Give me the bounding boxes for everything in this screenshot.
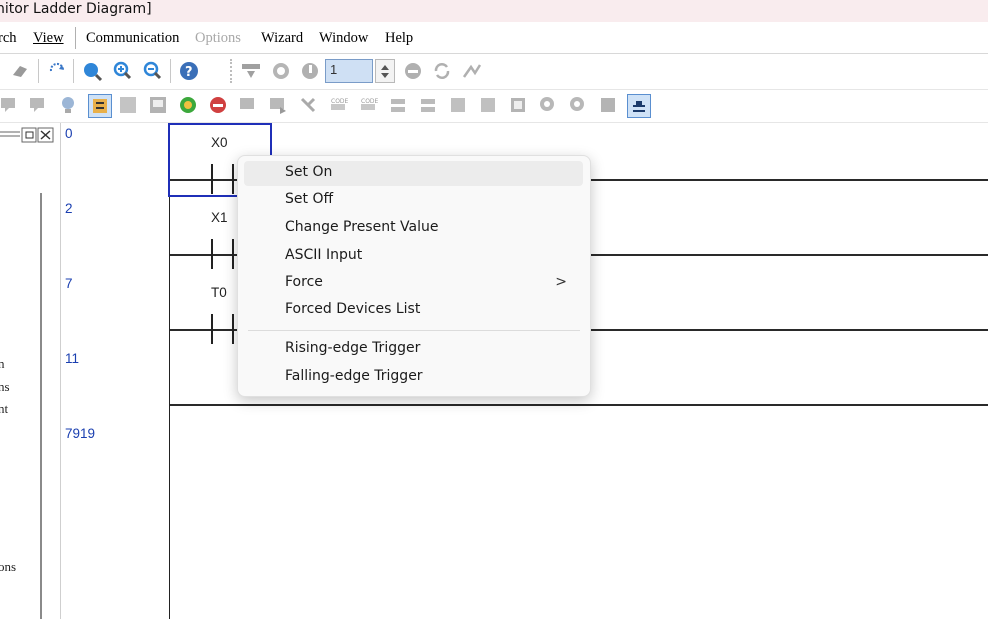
menu-options[interactable]: Options (195, 30, 241, 47)
menu-item-change-present-value[interactable]: Change Present Value (244, 216, 583, 241)
menu-wizard[interactable]: Wizard (261, 30, 303, 47)
menu-separator (75, 27, 76, 49)
upload-icon[interactable] (270, 60, 292, 82)
step-number: 0 (65, 126, 73, 141)
step-number: 7919 (65, 426, 96, 441)
grid-icon[interactable] (117, 94, 139, 116)
print-icon[interactable] (597, 94, 619, 116)
zoom-out-icon[interactable] (142, 60, 164, 82)
menu-window[interactable]: Window (319, 30, 368, 47)
help-icon[interactable]: ? (178, 60, 200, 82)
ladder-mode-icon[interactable] (88, 94, 112, 118)
menu-communication[interactable]: Communication (86, 30, 179, 47)
menu-item-set-off[interactable]: Set Off (244, 188, 583, 213)
table-icon[interactable] (147, 94, 169, 116)
menu-separator (248, 330, 580, 331)
contact-x1-left[interactable] (211, 239, 213, 269)
menu-item-label: ASCII Input (285, 247, 363, 263)
svg-text:?: ? (185, 65, 193, 80)
tree-item-text[interactable]: ons (0, 559, 16, 575)
window-title: nitor Ladder Diagram] (0, 1, 152, 17)
panel-header (0, 127, 57, 143)
menu-bar: rch View Communication Options Wizard Wi… (0, 22, 988, 54)
toolbar-separator (170, 59, 171, 83)
menu-item-label: Change Present Value (285, 219, 439, 235)
query-icon[interactable] (567, 94, 589, 116)
contact-t0-left[interactable] (211, 314, 213, 344)
toolbar-grip[interactable] (230, 59, 234, 83)
menu-item-force[interactable]: Force > (244, 271, 583, 296)
toolbar-separator (38, 59, 39, 83)
zoom-in-icon[interactable] (112, 60, 134, 82)
contact-label-t0[interactable]: T0 (211, 285, 227, 300)
export-icon[interactable] (267, 94, 289, 116)
menu-item-label: Set Off (285, 191, 334, 207)
sync-icon[interactable] (431, 60, 453, 82)
download-icon[interactable] (240, 60, 262, 82)
svg-text:CODE: CODE (361, 98, 378, 105)
refresh-arrow-icon[interactable] (46, 60, 68, 82)
monitor-arrow-icon[interactable] (461, 60, 483, 82)
menu-help[interactable]: Help (385, 30, 413, 47)
write-icon[interactable] (237, 94, 259, 116)
stepper-spin-button[interactable] (375, 59, 395, 83)
ladder-monitor-icon[interactable] (627, 94, 651, 118)
menu-item-label: Set On (285, 164, 333, 180)
context-menu: Set On Set Off Change Present Value ASCI… (237, 155, 591, 397)
device-icon[interactable] (537, 94, 559, 116)
stop-circle-icon[interactable] (207, 94, 229, 116)
code-icon[interactable]: CODE (327, 94, 349, 116)
project-panel: n ns nt ons (0, 123, 61, 619)
comment-edit-icon[interactable] (27, 94, 49, 116)
menu-item-label: Falling-edge Trigger (285, 368, 423, 384)
zoom-fit-icon[interactable] (81, 60, 103, 82)
antenna-icon[interactable] (297, 94, 319, 116)
menu-item-label: Forced Devices List (285, 301, 421, 317)
panel-scrollbar[interactable] (40, 193, 50, 619)
menu-item-ascii-input[interactable]: ASCII Input (244, 244, 583, 269)
menu-item-set-on[interactable]: Set On (244, 161, 583, 186)
menu-search[interactable]: rch (0, 30, 17, 47)
start-icon[interactable] (177, 94, 199, 116)
run-icon[interactable] (299, 60, 321, 82)
menu-item-falling-edge-trigger[interactable]: Falling-edge Trigger (244, 365, 583, 390)
chevron-up-icon[interactable] (381, 65, 389, 70)
eraser-icon[interactable] (9, 60, 31, 82)
contact-x1-right[interactable] (232, 239, 234, 269)
stop-icon[interactable] (402, 60, 424, 82)
comment-icon[interactable] (0, 94, 20, 116)
stepper-value-input[interactable]: 1 (325, 59, 373, 83)
step-number: 2 (65, 201, 73, 216)
toolbar-ladder: CODE CODE (0, 90, 988, 123)
register-icon[interactable] (447, 94, 469, 116)
step-number: 7 (65, 276, 73, 291)
title-bar: nitor Ladder Diagram] (0, 0, 988, 22)
menu-item-label: Force (285, 274, 323, 290)
bulb-icon[interactable] (57, 94, 79, 116)
branch-icon[interactable] (387, 94, 409, 116)
menu-item-rising-edge-trigger[interactable]: Rising-edge Trigger (244, 337, 583, 362)
branch2-icon[interactable] (417, 94, 439, 116)
toolbar-main: ? 1 (0, 54, 988, 90)
end-rung-line (170, 404, 988, 406)
step-number: 11 (65, 351, 80, 366)
svg-text:CODE: CODE (331, 98, 348, 105)
menu-view[interactable]: View (33, 30, 64, 47)
menu-item-forced-devices-list[interactable]: Forced Devices List (244, 298, 583, 323)
chevron-down-icon[interactable] (381, 73, 389, 78)
tree-item-text[interactable]: nt (0, 401, 8, 417)
register2-icon[interactable] (477, 94, 499, 116)
link-icon[interactable] (507, 94, 529, 116)
toolbar-separator (73, 59, 74, 83)
contact-t0-right[interactable] (232, 314, 234, 344)
tree-item-text[interactable]: n (0, 356, 5, 372)
chevron-right-icon: > (555, 274, 567, 290)
tree-item-text[interactable]: ns (0, 379, 10, 395)
menu-item-label: Rising-edge Trigger (285, 340, 421, 356)
code2-icon[interactable]: CODE (357, 94, 379, 116)
step-number-column: 0 2 7 11 7919 (61, 123, 170, 619)
contact-label-x1[interactable]: X1 (211, 210, 228, 225)
